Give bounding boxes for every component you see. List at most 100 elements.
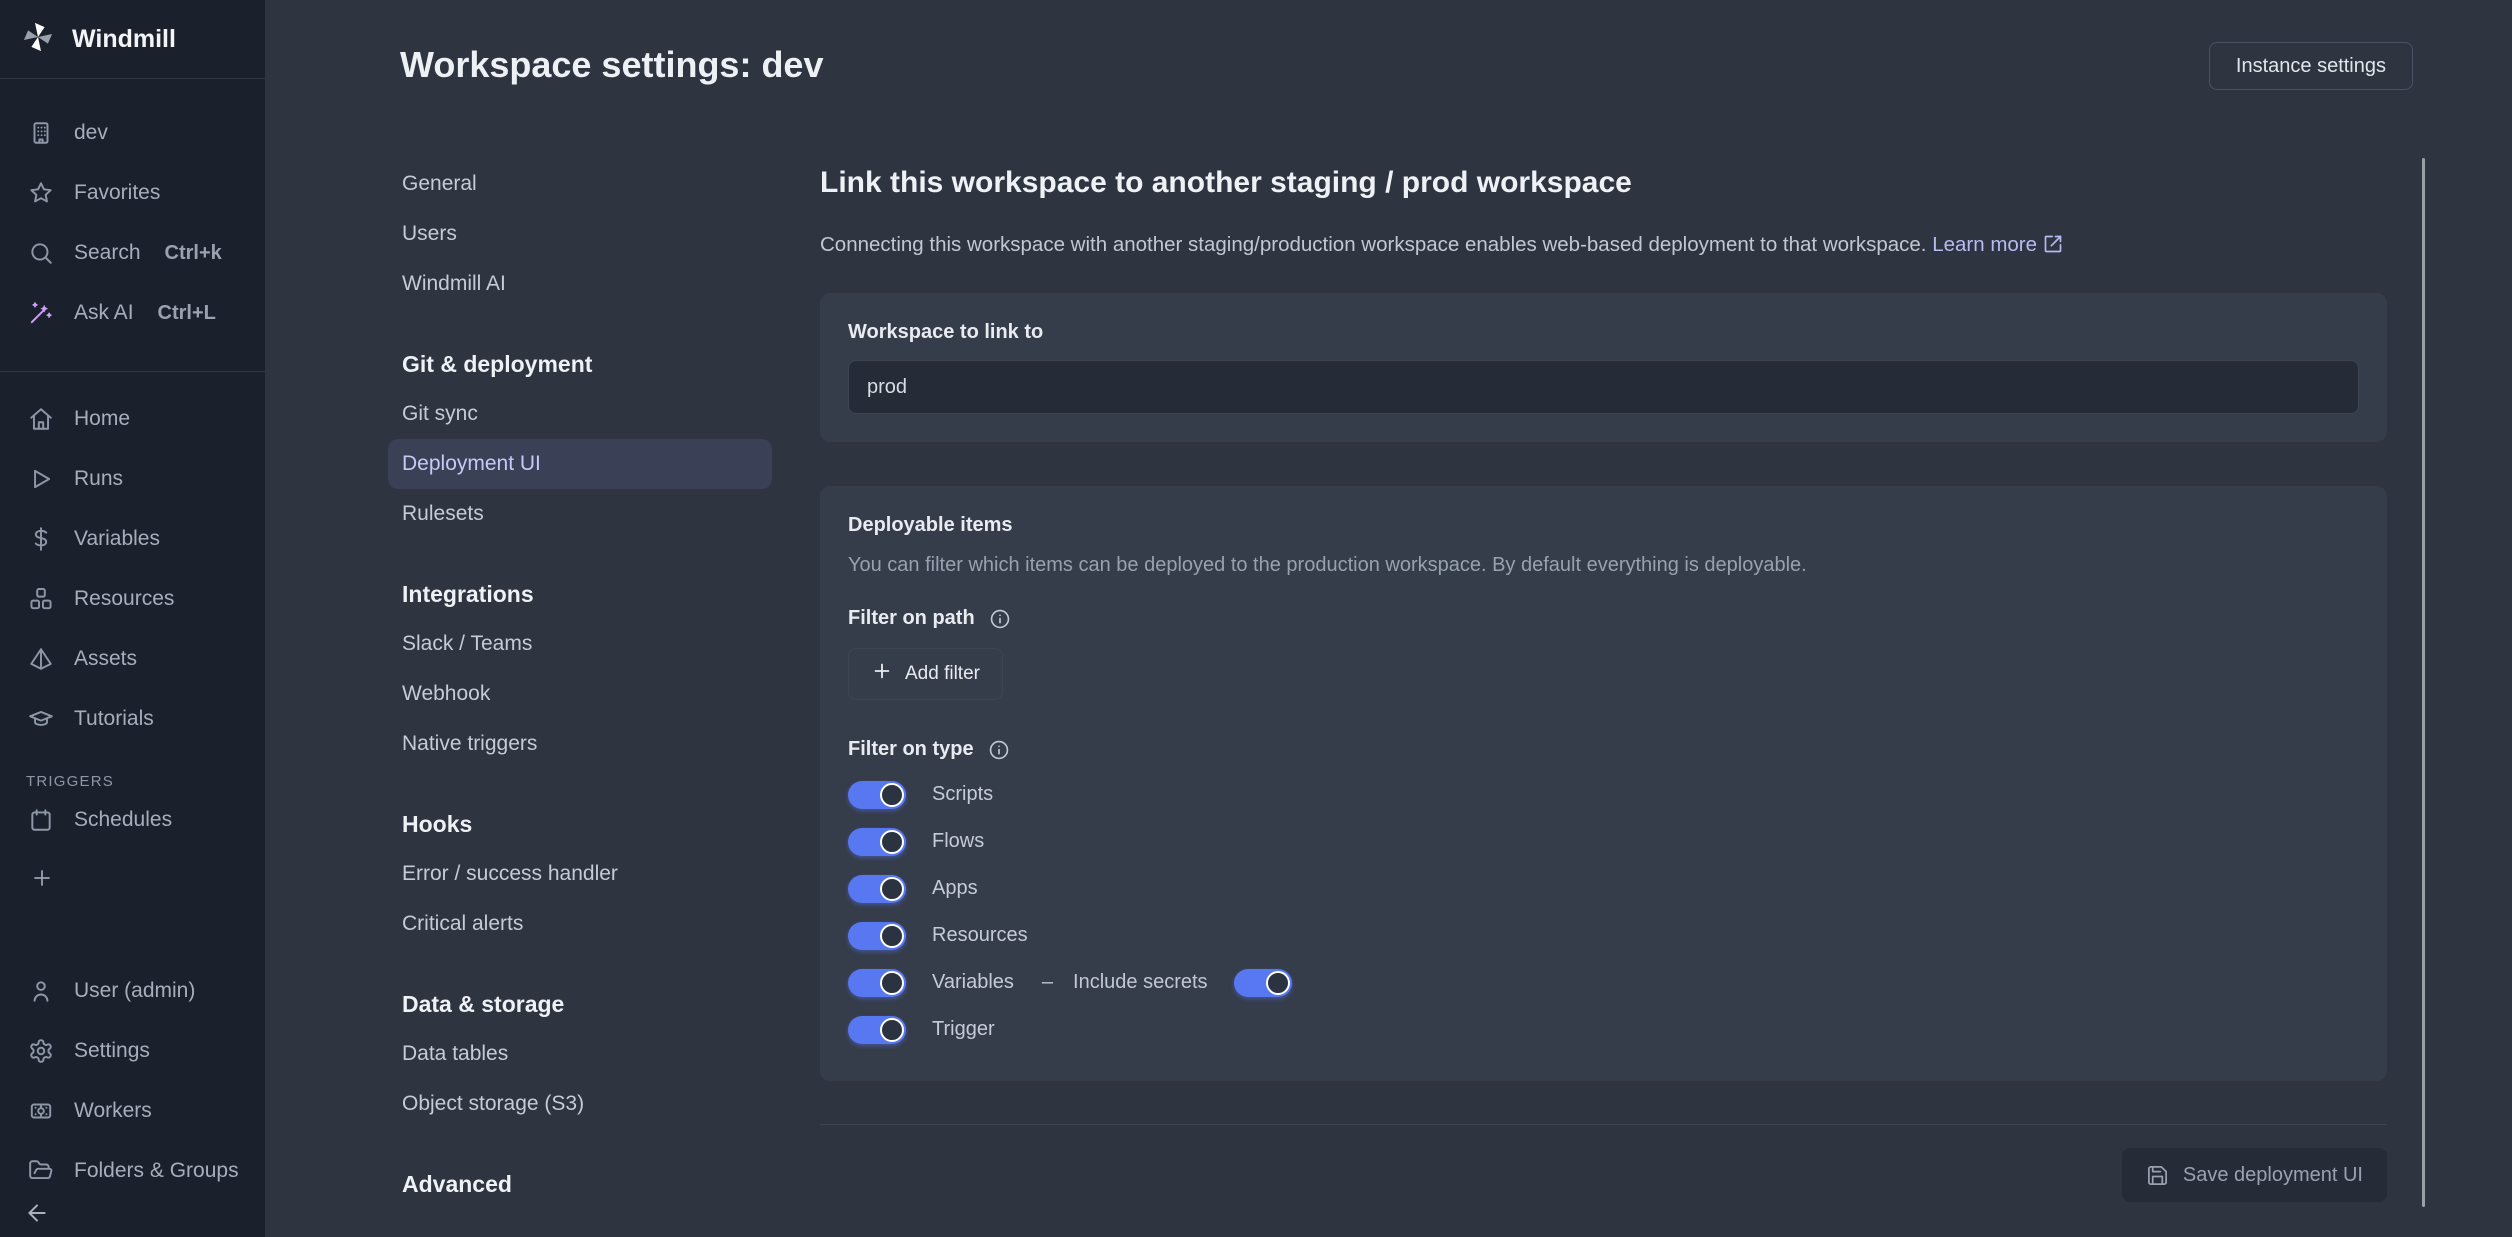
include-secrets-toggle[interactable] bbox=[1234, 969, 1292, 997]
settings-nav: General Users Windmill AI Git & deployme… bbox=[388, 159, 772, 1209]
workspace-to-link-input[interactable] bbox=[848, 360, 2359, 414]
settings-nav-item-webhook[interactable]: Webhook bbox=[388, 669, 772, 719]
home-icon bbox=[28, 406, 54, 432]
sidebar-item-schedules[interactable]: Schedules bbox=[0, 790, 265, 850]
flows-toggle[interactable] bbox=[848, 828, 906, 856]
add-filter-button[interactable]: Add filter bbox=[848, 648, 1003, 700]
app-name: Windmill bbox=[72, 25, 176, 54]
page-title: Workspace settings: dev bbox=[400, 42, 823, 88]
sidebar-item-resources[interactable]: Resources bbox=[0, 569, 265, 629]
sidebar-item-search[interactable]: Search Ctrl+k bbox=[0, 223, 265, 283]
sidebar-item-variables[interactable]: Variables bbox=[0, 509, 265, 569]
star-icon bbox=[28, 180, 54, 206]
sidebar-item-label: Favorites bbox=[74, 181, 160, 205]
sidebar: Windmill dev Fa bbox=[0, 0, 265, 1237]
collapse-sidebar-arrow-icon[interactable] bbox=[24, 1200, 50, 1231]
toggle-row-flows: Flows bbox=[848, 818, 2359, 865]
search-icon bbox=[28, 240, 54, 266]
vertical-scrollbar[interactable] bbox=[2422, 158, 2425, 1207]
settings-nav-header-integrations: Integrations bbox=[388, 569, 772, 619]
toggle-knob bbox=[880, 783, 904, 807]
save-deployment-ui-button[interactable]: Save deployment UI bbox=[2122, 1148, 2387, 1202]
sidebar-item-label: Search bbox=[74, 241, 141, 265]
type-toggle-list: Scripts Flows Apps Resources bbox=[848, 771, 2359, 1053]
sidebar-item-runs[interactable]: Runs bbox=[0, 449, 265, 509]
settings-nav-item-object-storage[interactable]: Object storage (S3) bbox=[388, 1079, 772, 1129]
sidebar-item-label: Schedules bbox=[74, 808, 172, 832]
settings-nav-item-git-sync[interactable]: Git sync bbox=[388, 389, 772, 439]
settings-nav-item-native-triggers[interactable]: Native triggers bbox=[388, 719, 772, 769]
settings-nav-item-users[interactable]: Users bbox=[388, 209, 772, 259]
settings-nav-item-error-success-handler[interactable]: Error / success handler bbox=[388, 849, 772, 899]
save-button-label: Save deployment UI bbox=[2183, 1164, 2363, 1187]
search-shortcut: Ctrl+k bbox=[165, 242, 222, 265]
trigger-toggle[interactable] bbox=[848, 1016, 906, 1044]
external-link-icon bbox=[2043, 233, 2063, 263]
ask-ai-shortcut: Ctrl+L bbox=[158, 302, 216, 325]
settings-nav-item-slack-teams[interactable]: Slack / Teams bbox=[388, 619, 772, 669]
toggle-row-scripts: Scripts bbox=[848, 771, 2359, 818]
app-logo-row[interactable]: Windmill bbox=[0, 0, 265, 78]
resources-toggle[interactable] bbox=[848, 922, 906, 950]
settings-nav-header-data-storage: Data & storage bbox=[388, 979, 772, 1029]
settings-nav-item-critical-alerts[interactable]: Critical alerts bbox=[388, 899, 772, 949]
sidebar-item-label: Home bbox=[74, 407, 130, 431]
folder-icon bbox=[28, 1158, 54, 1184]
toggle-label: Resources bbox=[932, 924, 1028, 947]
deployable-items-description: You can filter which items can be deploy… bbox=[848, 551, 2359, 579]
sidebar-item-home[interactable]: Home bbox=[0, 389, 265, 449]
footer-divider bbox=[820, 1124, 2387, 1125]
settings-nav-item-rulesets[interactable]: Rulesets bbox=[388, 489, 772, 539]
workspace-to-link-label: Workspace to link to bbox=[848, 321, 2359, 344]
sidebar-item-user[interactable]: User (admin) bbox=[0, 961, 265, 1021]
plus-icon bbox=[30, 866, 54, 895]
sidebar-add-button[interactable] bbox=[0, 850, 265, 910]
toggle-knob bbox=[880, 924, 904, 948]
sidebar-divider-top bbox=[0, 78, 265, 79]
apps-toggle[interactable] bbox=[848, 875, 906, 903]
filter-on-path-label: Filter on path bbox=[848, 607, 975, 630]
settings-nav-item-data-tables[interactable]: Data tables bbox=[388, 1029, 772, 1079]
sidebar-item-favorites[interactable]: Favorites bbox=[0, 163, 265, 223]
settings-nav-item-windmill-ai[interactable]: Windmill AI bbox=[388, 259, 772, 309]
sidebar-item-label: User (admin) bbox=[74, 979, 195, 1003]
sidebar-item-label: dev bbox=[74, 121, 108, 145]
sidebar-divider-mid bbox=[0, 371, 265, 372]
sidebar-item-assets[interactable]: Assets bbox=[0, 629, 265, 689]
sidebar-item-label: Workers bbox=[74, 1099, 152, 1123]
settings-nav-header-advanced: Advanced bbox=[388, 1159, 772, 1209]
variables-toggle[interactable] bbox=[848, 969, 906, 997]
pyramid-icon bbox=[28, 646, 54, 672]
toggle-row-resources: Resources bbox=[848, 912, 2359, 959]
deployment-ui-section: Link this workspace to another staging /… bbox=[820, 159, 2387, 1209]
info-icon[interactable] bbox=[989, 608, 1011, 630]
info-icon[interactable] bbox=[988, 739, 1010, 761]
scripts-toggle[interactable] bbox=[848, 781, 906, 809]
filter-on-type-label: Filter on type bbox=[848, 738, 974, 761]
settings-nav-item-deployment-ui[interactable]: Deployment UI bbox=[388, 439, 772, 489]
sidebar-item-workspace[interactable]: dev bbox=[0, 103, 265, 163]
building-icon bbox=[28, 120, 54, 146]
gear-icon bbox=[28, 1038, 54, 1064]
workers-icon bbox=[28, 1098, 54, 1124]
toggle-knob bbox=[880, 830, 904, 854]
save-icon bbox=[2146, 1164, 2169, 1187]
workspace-link-card: Workspace to link to bbox=[820, 293, 2387, 442]
sidebar-item-tutorials[interactable]: Tutorials bbox=[0, 689, 265, 749]
sidebar-item-folders-groups[interactable]: Folders & Groups bbox=[0, 1141, 265, 1201]
learn-more-link[interactable]: Learn more bbox=[1932, 233, 2037, 256]
instance-settings-button[interactable]: Instance settings bbox=[2209, 42, 2413, 90]
section-heading: Link this workspace to another staging /… bbox=[820, 162, 2387, 204]
settings-nav-item-general[interactable]: General bbox=[388, 159, 772, 209]
boxes-icon bbox=[28, 586, 54, 612]
calendar-icon bbox=[28, 807, 54, 833]
sidebar-item-workers[interactable]: Workers bbox=[0, 1081, 265, 1141]
sidebar-item-ask-ai[interactable]: Ask AI Ctrl+L bbox=[0, 283, 265, 343]
add-filter-label: Add filter bbox=[905, 663, 980, 685]
include-secrets-label: Include secrets bbox=[1073, 971, 1208, 994]
sidebar-item-settings[interactable]: Settings bbox=[0, 1021, 265, 1081]
triggers-section-label: TRIGGERS bbox=[26, 773, 265, 790]
user-icon bbox=[28, 978, 54, 1004]
play-icon bbox=[28, 466, 54, 492]
toggle-row-trigger: Trigger bbox=[848, 1006, 2359, 1053]
